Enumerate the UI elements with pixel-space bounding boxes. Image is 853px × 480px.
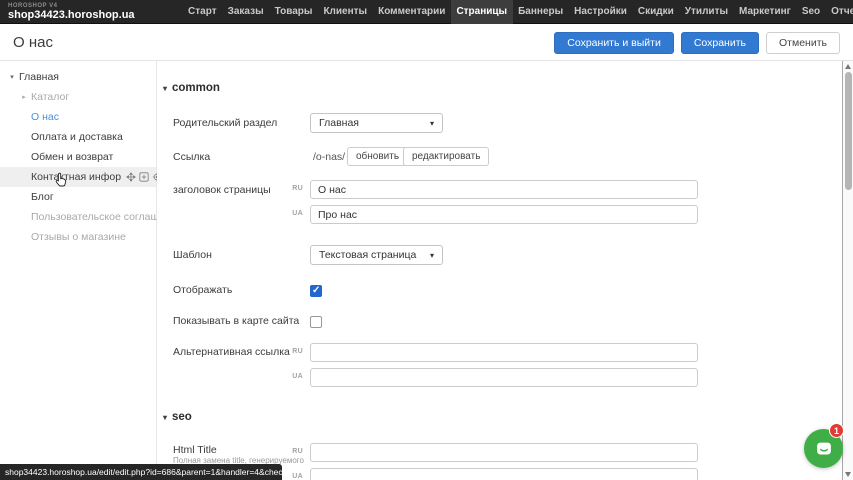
tree-item-exchange-return[interactable]: Обмен и возврат [0,147,156,167]
cancel-button[interactable]: Отменить [766,32,840,54]
lang-ua-badge: UA [285,210,303,217]
vertical-scrollbar[interactable] [842,61,853,480]
logo-version-label: HOROSHOP V4 [8,3,135,9]
lang-ua-badge: UA [285,373,303,380]
link-label: Ссылка [173,151,210,163]
chat-unread-badge: 1 [829,423,844,438]
scroll-down-arrow[interactable] [845,472,851,477]
lang-ua-badge: UA [285,473,303,480]
section-common-header[interactable]: ▾ common [163,82,220,94]
menu-item-discounts[interactable]: Скидки [632,0,679,24]
scroll-up-arrow[interactable] [845,64,851,69]
scrollbar-thumb[interactable] [845,72,852,190]
html-title-ru-input[interactable] [310,443,698,462]
tree-item-store-reviews[interactable]: Отзывы о магазине [0,227,156,247]
collapse-icon[interactable]: ▾ [163,84,167,93]
menu-item-banners[interactable]: Баннеры [513,0,569,24]
pages-tree-sidebar: ▾ Главная ▸ Каталог О нас Оплата и доста… [0,61,157,480]
tree-item-catalog[interactable]: ▸ Каталог [0,87,156,107]
page-title-ua-input[interactable] [310,205,698,224]
main-menu: Старт Заказы Товары Клиенты Комментарии … [183,0,853,24]
chevron-right-icon[interactable]: ▸ [20,93,28,101]
chevron-down-icon[interactable]: ▾ [8,73,16,81]
page-header: О нас Сохранить и выйти Сохранить Отмени… [0,25,853,61]
chevron-down-icon: ▾ [430,251,434,260]
menu-item-clients[interactable]: Клиенты [318,0,373,24]
menu-item-orders[interactable]: Заказы [222,0,269,24]
alt-link-label: Альтернативная ссылка [173,346,290,358]
html-title-ua-input[interactable] [310,468,698,480]
html-title-label: Html Title [173,444,217,456]
alt-link-ua-input[interactable] [310,368,698,387]
tree-item-about[interactable]: О нас [0,107,156,127]
menu-item-products[interactable]: Товары [269,0,318,24]
chat-bubble-icon [813,438,835,460]
tree-item-home[interactable]: ▾ Главная [0,67,156,87]
shop-logo: HOROSHOP V4 shop34423.horoshop.ua [8,3,135,21]
page-title: О нас [13,34,53,51]
tree-item-payment-delivery[interactable]: Оплата и доставка [0,127,156,147]
template-label: Шаблон [173,249,212,261]
sitemap-checkbox[interactable] [310,316,322,328]
browser-status-bar: shop34423.horoshop.ua/edit/edit.php?id=6… [0,464,282,480]
app-window: HOROSHOP V4 shop34423.horoshop.ua Старт … [0,0,853,480]
link-value: /o-nas/ [313,151,345,163]
link-edit-button[interactable]: редактировать [403,147,489,166]
shop-domain-label: shop34423.horoshop.ua [8,10,135,21]
sitemap-label: Показывать в карте сайта [173,315,299,327]
template-select[interactable]: Текстовая страница ▾ [310,245,443,265]
tree-item-blog[interactable]: Блог [0,187,156,207]
alt-link-ru-input[interactable] [310,343,698,362]
move-icon[interactable] [126,172,136,182]
page-title-field-label: заголовок страницы [173,184,271,196]
menu-item-comments[interactable]: Комментарии [373,0,451,24]
parent-section-select[interactable]: Главная ▾ [310,113,443,133]
lang-ru-badge: RU [285,448,303,455]
menu-item-pages[interactable]: Страницы [451,0,513,24]
save-button[interactable]: Сохранить [681,32,759,54]
topbar: HOROSHOP V4 shop34423.horoshop.ua Старт … [0,0,853,24]
display-label: Отображать [173,284,232,296]
save-and-exit-button[interactable]: Сохранить и выйти [554,32,674,54]
display-checkbox[interactable] [310,285,322,297]
menu-item-settings[interactable]: Настройки [569,0,633,24]
add-page-icon[interactable] [139,172,149,182]
chevron-down-icon: ▾ [430,119,434,128]
lang-ru-badge: RU [285,348,303,355]
tree-item-contact-info[interactable]: Контактная инфор [0,167,156,187]
menu-item-start[interactable]: Старт [183,0,223,24]
page-edit-form: ▾ common Родительский раздел Главная ▾ С… [157,61,842,480]
menu-item-utilities[interactable]: Утилиты [679,0,733,24]
menu-item-marketing[interactable]: Маркетинг [734,0,797,24]
menu-item-reports[interactable]: Отчеты [826,0,853,24]
lang-ru-badge: RU [285,185,303,192]
section-seo-header[interactable]: ▾ seo [163,411,192,423]
parent-section-label: Родительский раздел [173,117,277,129]
link-update-button[interactable]: обновить [347,147,408,166]
menu-item-seo[interactable]: Seo [796,0,825,24]
tree-item-user-agreement[interactable]: Пользовательское соглашение [0,207,156,227]
collapse-icon[interactable]: ▾ [163,413,167,422]
page-title-ru-input[interactable] [310,180,698,199]
